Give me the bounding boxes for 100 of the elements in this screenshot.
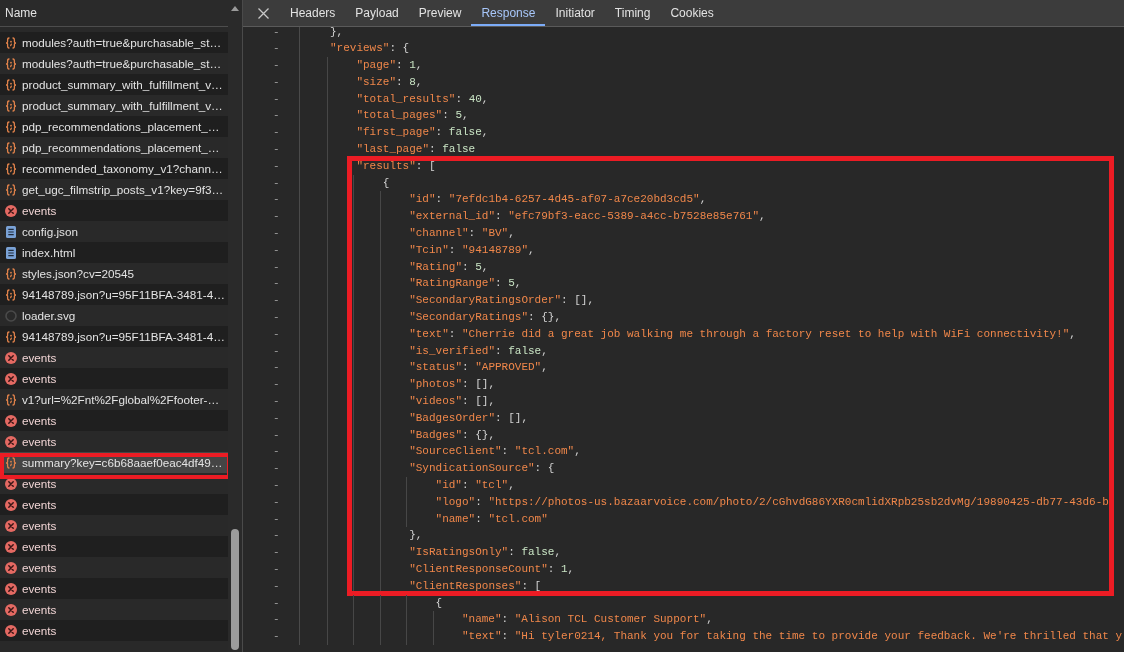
- close-icon: [257, 7, 269, 19]
- tab[interactable]: Cookies: [660, 0, 724, 26]
- request-row[interactable]: events: [0, 494, 228, 515]
- line-marker: -: [273, 176, 280, 189]
- code-line: "name": "tcl.com": [435, 511, 548, 527]
- tab[interactable]: Headers: [280, 0, 346, 26]
- code-line: "name": "Alison TCL Customer Support",: [461, 612, 713, 628]
- tab[interactable]: Timing: [604, 0, 661, 26]
- line-marker: -: [273, 411, 280, 424]
- request-row[interactable]: 94148789.json?u=95F11BFA-3481-4…: [0, 284, 228, 305]
- error-icon: [5, 477, 17, 490]
- document-icon: [5, 246, 17, 259]
- code-line: "Rating": 5,: [409, 259, 489, 275]
- line-marker: -: [273, 27, 280, 38]
- request-row[interactable]: 94148789.json?u=95F11BFA-3481-4…: [0, 326, 228, 347]
- code-line: "RatingRange": 5,: [409, 276, 522, 292]
- request-row[interactable]: product_summary_with_fulfillment_v…: [0, 74, 228, 95]
- error-icon: [5, 435, 17, 448]
- line-marker: -: [273, 361, 280, 374]
- code-line: "SecondaryRatings": {},: [409, 310, 561, 326]
- line-marker: -: [273, 613, 280, 626]
- request-row[interactable]: events: [0, 620, 228, 641]
- code-line: "SyndicationSource": {: [409, 461, 555, 477]
- braces-icon: [5, 183, 17, 196]
- line-marker: -: [273, 227, 280, 240]
- line-marker: -: [273, 462, 280, 475]
- braces-icon: [5, 393, 17, 406]
- braces-icon: [5, 330, 17, 343]
- request-row[interactable]: recommended_taxonomy_v1?chann…: [0, 158, 228, 179]
- code-line: "photos": [],: [409, 377, 495, 393]
- code-line: "results": [: [356, 158, 436, 174]
- line-marker: -: [273, 277, 280, 290]
- request-row[interactable]: events: [0, 578, 228, 599]
- circle-icon: [5, 309, 17, 322]
- line-marker: -: [273, 311, 280, 324]
- code-line: "Tcin": "94148789",: [409, 242, 535, 258]
- code-line: {: [435, 595, 443, 611]
- line-marker: -: [273, 243, 280, 256]
- line-marker: -: [273, 546, 280, 559]
- braces-icon: [5, 288, 17, 301]
- code-line: "external_id": "efc79bf3-eacc-5389-a4cc-b7528e85e761",: [409, 209, 766, 225]
- error-icon: [5, 204, 17, 217]
- code-line: "BadgesOrder": [],: [409, 410, 528, 426]
- line-marker: -: [273, 143, 280, 156]
- braces-icon: [5, 78, 17, 91]
- line-marker: -: [273, 630, 280, 643]
- code-line: "logo": "https://photos-us.bazaarvoice.com/photo/2/cGhvdG86YXR0cmlidXRpb25sb2dvMg/19890425-db77-43d6-b: [435, 494, 1109, 510]
- code-line: {: [382, 175, 390, 191]
- code-line: },: [330, 27, 344, 40]
- line-marker: -: [273, 512, 280, 525]
- error-icon: [5, 582, 17, 595]
- line-marker: -: [273, 193, 280, 206]
- error-icon: [5, 540, 17, 553]
- braces-icon: [5, 36, 17, 49]
- request-row[interactable]: index.html: [0, 242, 228, 263]
- line-marker: -: [273, 210, 280, 223]
- scrollbar-thumb[interactable]: [231, 529, 239, 650]
- code-line: "SourceClient": "tcl.com",: [409, 444, 581, 460]
- scroll-up-arrow-icon[interactable]: [231, 6, 239, 11]
- line-marker: -: [273, 126, 280, 139]
- code-line: "page": 1,: [356, 58, 423, 74]
- line-marker: -: [273, 579, 280, 592]
- code-line: "status": "APPROVED",: [409, 360, 548, 376]
- request-row[interactable]: events: [0, 368, 228, 389]
- error-icon: [5, 498, 17, 511]
- code-line: "reviews": {: [330, 41, 410, 57]
- line-marker: -: [273, 529, 280, 542]
- code-line: "text": "Cherrie did a great job walking me through a factory reset to help with WiFi connectivity!",: [409, 326, 1076, 342]
- code-line: "id": "tcl",: [435, 478, 515, 493]
- line-marker: -: [273, 159, 280, 172]
- code-line: "first_page": false,: [356, 125, 489, 141]
- braces-icon: [5, 456, 17, 469]
- request-row[interactable]: pdp_recommendations_placement_…: [0, 116, 228, 137]
- line-marker: -: [273, 92, 280, 105]
- code-line: },: [409, 528, 423, 544]
- code-line: "id": "7efdc1b4-6257-4d45-af07-a7ce20bd3cd5",: [409, 192, 707, 208]
- line-marker: -: [273, 563, 280, 575]
- code-line: "SecondaryRatingsOrder": [],: [409, 293, 594, 309]
- tab[interactable]: Payload: [345, 0, 409, 26]
- error-icon: [5, 414, 17, 427]
- document-icon: [5, 225, 17, 238]
- error-icon: [5, 603, 17, 616]
- line-marker: -: [273, 109, 280, 122]
- line-marker: -: [273, 294, 280, 307]
- code-line: "channel": "BV",: [409, 226, 515, 242]
- line-marker: -: [273, 479, 280, 491]
- tab[interactable]: Initiator: [545, 0, 605, 26]
- line-marker: -: [273, 42, 280, 55]
- tab[interactable]: Preview: [408, 0, 472, 26]
- request-row[interactable]: events: [0, 536, 228, 557]
- request-row[interactable]: events: [0, 410, 228, 431]
- request-row[interactable]: events: [0, 200, 228, 221]
- code-line: "ClientResponseCount": 1,: [409, 562, 575, 577]
- code-line: "Badges": {},: [409, 427, 495, 443]
- line-marker: -: [273, 428, 280, 441]
- code-line: "ClientResponses": [: [409, 578, 542, 594]
- line-marker: -: [273, 495, 280, 508]
- error-icon: [5, 561, 17, 574]
- request-row[interactable]: modules?auth=true&purchasable_st…: [0, 32, 228, 53]
- braces-icon: [5, 120, 17, 133]
